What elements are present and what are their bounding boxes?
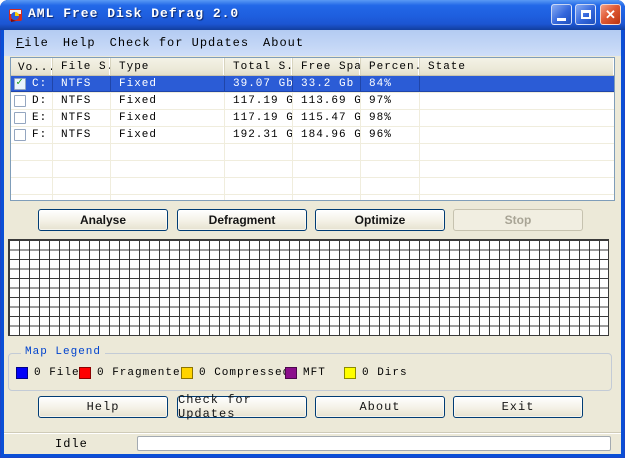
menu-bar: File Help Check for Updates About <box>4 30 621 56</box>
column-header-state[interactable]: State <box>420 58 614 75</box>
state-cell <box>420 127 614 143</box>
type-cell: Fixed <box>111 76 225 92</box>
checkbox-volume-c[interactable]: ✓ <box>14 78 26 90</box>
total-cell: 117.19 Gb <box>225 110 293 126</box>
volume-row-d[interactable]: D: NTFS Fixed 117.19 Gb 113.69 Gb 97% <box>11 93 614 110</box>
type-cell: Fixed <box>111 93 225 109</box>
volume-letter: F: <box>32 127 47 143</box>
state-cell <box>420 110 614 126</box>
volume-row-c[interactable]: ✓ C: NTFS Fixed 39.07 Gb 33.2 Gb 84% <box>11 76 614 93</box>
progress-bar <box>137 436 611 451</box>
dirs-color-swatch <box>344 367 356 379</box>
minimize-icon <box>557 18 566 21</box>
empty-row <box>11 195 614 201</box>
free-cell: 184.96 Gb <box>293 127 361 143</box>
legend-item-dirs: 0 Dirs <box>344 367 408 379</box>
filesystem-cell: NTFS <box>53 127 111 143</box>
close-button[interactable]: ✕ <box>600 4 621 25</box>
legend-item-compressed: 0 Compressed <box>181 367 290 379</box>
percent-cell: 98% <box>361 110 420 126</box>
status-text: Idle <box>55 437 88 451</box>
maximize-icon <box>581 10 591 19</box>
optimize-button[interactable]: Optimize <box>315 209 445 231</box>
legend-item-mft: MFT <box>285 367 326 379</box>
empty-row <box>11 144 614 161</box>
menu-check-for-updates[interactable]: Check for Updates <box>103 33 256 53</box>
check-for-updates-button[interactable]: Check for Updates <box>177 396 307 418</box>
stop-button: Stop <box>453 209 583 231</box>
client-area: File Help Check for Updates About Vo... … <box>4 30 621 454</box>
filesystem-cell: NTFS <box>53 93 111 109</box>
state-cell <box>420 76 614 92</box>
maximize-button[interactable] <box>575 4 596 25</box>
checkbox-volume-f[interactable] <box>14 129 26 141</box>
mft-color-swatch <box>285 367 297 379</box>
column-header-volume[interactable]: Vo... <box>11 58 53 75</box>
files-color-swatch <box>16 367 28 379</box>
exit-button[interactable]: Exit <box>453 396 583 418</box>
window-title: AML Free Disk Defrag 2.0 <box>28 6 239 21</box>
status-bar: Idle <box>4 432 621 454</box>
minimize-button[interactable] <box>551 4 572 25</box>
empty-row <box>11 178 614 195</box>
fragmented-color-swatch <box>79 367 91 379</box>
free-cell: 113.69 Gb <box>293 93 361 109</box>
close-icon: ✕ <box>605 8 616 21</box>
analyse-button[interactable]: Analyse <box>38 209 168 231</box>
empty-row <box>11 161 614 178</box>
total-cell: 117.19 Gb <box>225 93 293 109</box>
map-legend-groupbox: Map Legend 0 Files 0 Fragmented 0 Compre… <box>8 353 612 391</box>
filesystem-cell: NTFS <box>53 110 111 126</box>
compressed-color-swatch <box>181 367 193 379</box>
column-header-type[interactable]: Type <box>111 58 225 75</box>
checkbox-volume-d[interactable] <box>14 95 26 107</box>
column-header-total[interactable]: Total S... <box>225 58 293 75</box>
legend-item-files: 0 Files <box>16 367 87 379</box>
free-cell: 115.47 Gb <box>293 110 361 126</box>
column-header-free[interactable]: Free Space <box>293 58 361 75</box>
menu-help[interactable]: Help <box>56 33 103 53</box>
app-window: AML Free Disk Defrag 2.0 ✕ File Help Che… <box>0 0 625 458</box>
state-cell <box>420 93 614 109</box>
defrag-cluster-map <box>8 239 609 336</box>
percent-cell: 96% <box>361 127 420 143</box>
defragment-button[interactable]: Defragment <box>177 209 307 231</box>
volume-row-e[interactable]: E: NTFS Fixed 117.19 Gb 115.47 Gb 98% <box>11 110 614 127</box>
column-header-percent[interactable]: Percen... <box>361 58 420 75</box>
type-cell: Fixed <box>111 127 225 143</box>
help-button[interactable]: Help <box>38 396 168 418</box>
check-icon: ✓ <box>16 78 24 89</box>
map-legend-title: Map Legend <box>21 346 105 358</box>
volume-letter: E: <box>32 110 47 126</box>
app-icon <box>8 7 24 23</box>
about-button[interactable]: About <box>315 396 445 418</box>
free-cell: 33.2 Gb <box>293 76 361 92</box>
menu-file[interactable]: File <box>9 33 56 53</box>
legend-item-fragmented: 0 Fragmented <box>79 367 188 379</box>
total-cell: 39.07 Gb <box>225 76 293 92</box>
total-cell: 192.31 Gb <box>225 127 293 143</box>
volume-list-header: Vo... File S... Type Total S... Free Spa… <box>11 58 614 76</box>
column-header-filesystem[interactable]: File S... <box>53 58 111 75</box>
filesystem-cell: NTFS <box>53 76 111 92</box>
menu-about[interactable]: About <box>256 33 311 53</box>
volume-letter: D: <box>32 93 47 109</box>
volume-row-f[interactable]: F: NTFS Fixed 192.31 Gb 184.96 Gb 96% <box>11 127 614 144</box>
percent-cell: 97% <box>361 93 420 109</box>
percent-cell: 84% <box>361 76 420 92</box>
volume-list: Vo... File S... Type Total S... Free Spa… <box>10 57 615 201</box>
checkbox-volume-e[interactable] <box>14 112 26 124</box>
title-bar[interactable]: AML Free Disk Defrag 2.0 ✕ <box>0 0 625 30</box>
volume-letter: C: <box>32 76 47 92</box>
type-cell: Fixed <box>111 110 225 126</box>
